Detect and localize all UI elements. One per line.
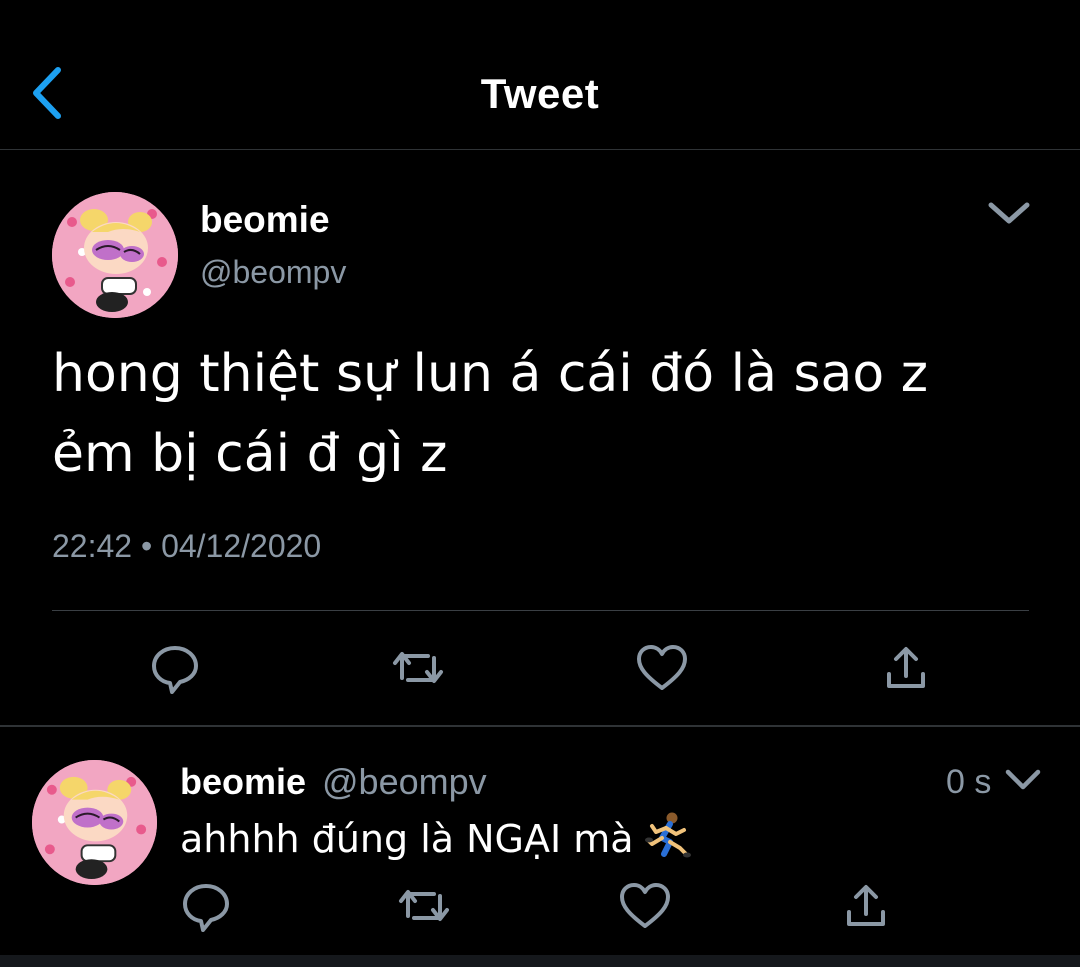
running-person-icon xyxy=(644,812,691,858)
reply-timestamp: 0 s xyxy=(946,763,992,801)
chevron-down-icon xyxy=(1005,769,1041,790)
page-title: Tweet xyxy=(480,70,600,117)
reply-text-content: ahhhh đúng là NGẠI mà xyxy=(180,817,634,861)
reply-text: ahhhh đúng là NGẠI mà xyxy=(180,810,692,865)
like-button[interactable] xyxy=(632,638,692,698)
retweet-button[interactable] xyxy=(388,638,448,698)
tweet-text-line: hong thiệt sự lun á cái đó là sao z xyxy=(52,344,929,404)
display-name[interactable]: beomie xyxy=(200,198,330,242)
tweet-text: hong thiệt sự lun á cái đó là sao z ẻm b… xyxy=(52,334,1012,494)
reply-avatar[interactable] xyxy=(32,760,157,885)
reply-user-handle[interactable]: @beompv xyxy=(322,760,487,804)
heart-icon xyxy=(620,883,670,928)
tweet-text-line: ẻm bị cái đ gì z xyxy=(52,424,448,484)
reply-share-button[interactable] xyxy=(836,876,896,936)
reply-icon xyxy=(183,884,229,932)
top-bar: Tweet xyxy=(0,0,1080,150)
avatar-image xyxy=(32,760,157,885)
divider xyxy=(52,610,1029,611)
reply-retweet-button[interactable] xyxy=(394,876,454,936)
share-icon xyxy=(847,885,885,926)
reply-display-name[interactable]: beomie xyxy=(180,760,306,804)
retweet-icon xyxy=(399,890,449,921)
retweet-icon xyxy=(393,652,443,683)
more-options-button[interactable] xyxy=(986,198,1032,228)
reply-button[interactable] xyxy=(145,638,205,698)
reply-reply-button[interactable] xyxy=(176,876,236,936)
avatar[interactable] xyxy=(52,192,178,318)
reply-icon xyxy=(152,646,198,694)
share-icon xyxy=(887,647,925,688)
chevron-down-icon xyxy=(988,202,1030,224)
reply-like-button[interactable] xyxy=(615,876,675,936)
section-divider xyxy=(0,955,1080,967)
tweet-timestamp[interactable]: 22:42 • 04/12/2020 xyxy=(52,526,321,566)
avatar-image xyxy=(52,192,178,318)
reply-more-options-button[interactable] xyxy=(1004,766,1042,794)
heart-icon xyxy=(637,645,687,690)
share-button[interactable] xyxy=(876,638,936,698)
user-handle[interactable]: @beompv xyxy=(200,252,346,292)
section-divider xyxy=(0,725,1080,727)
